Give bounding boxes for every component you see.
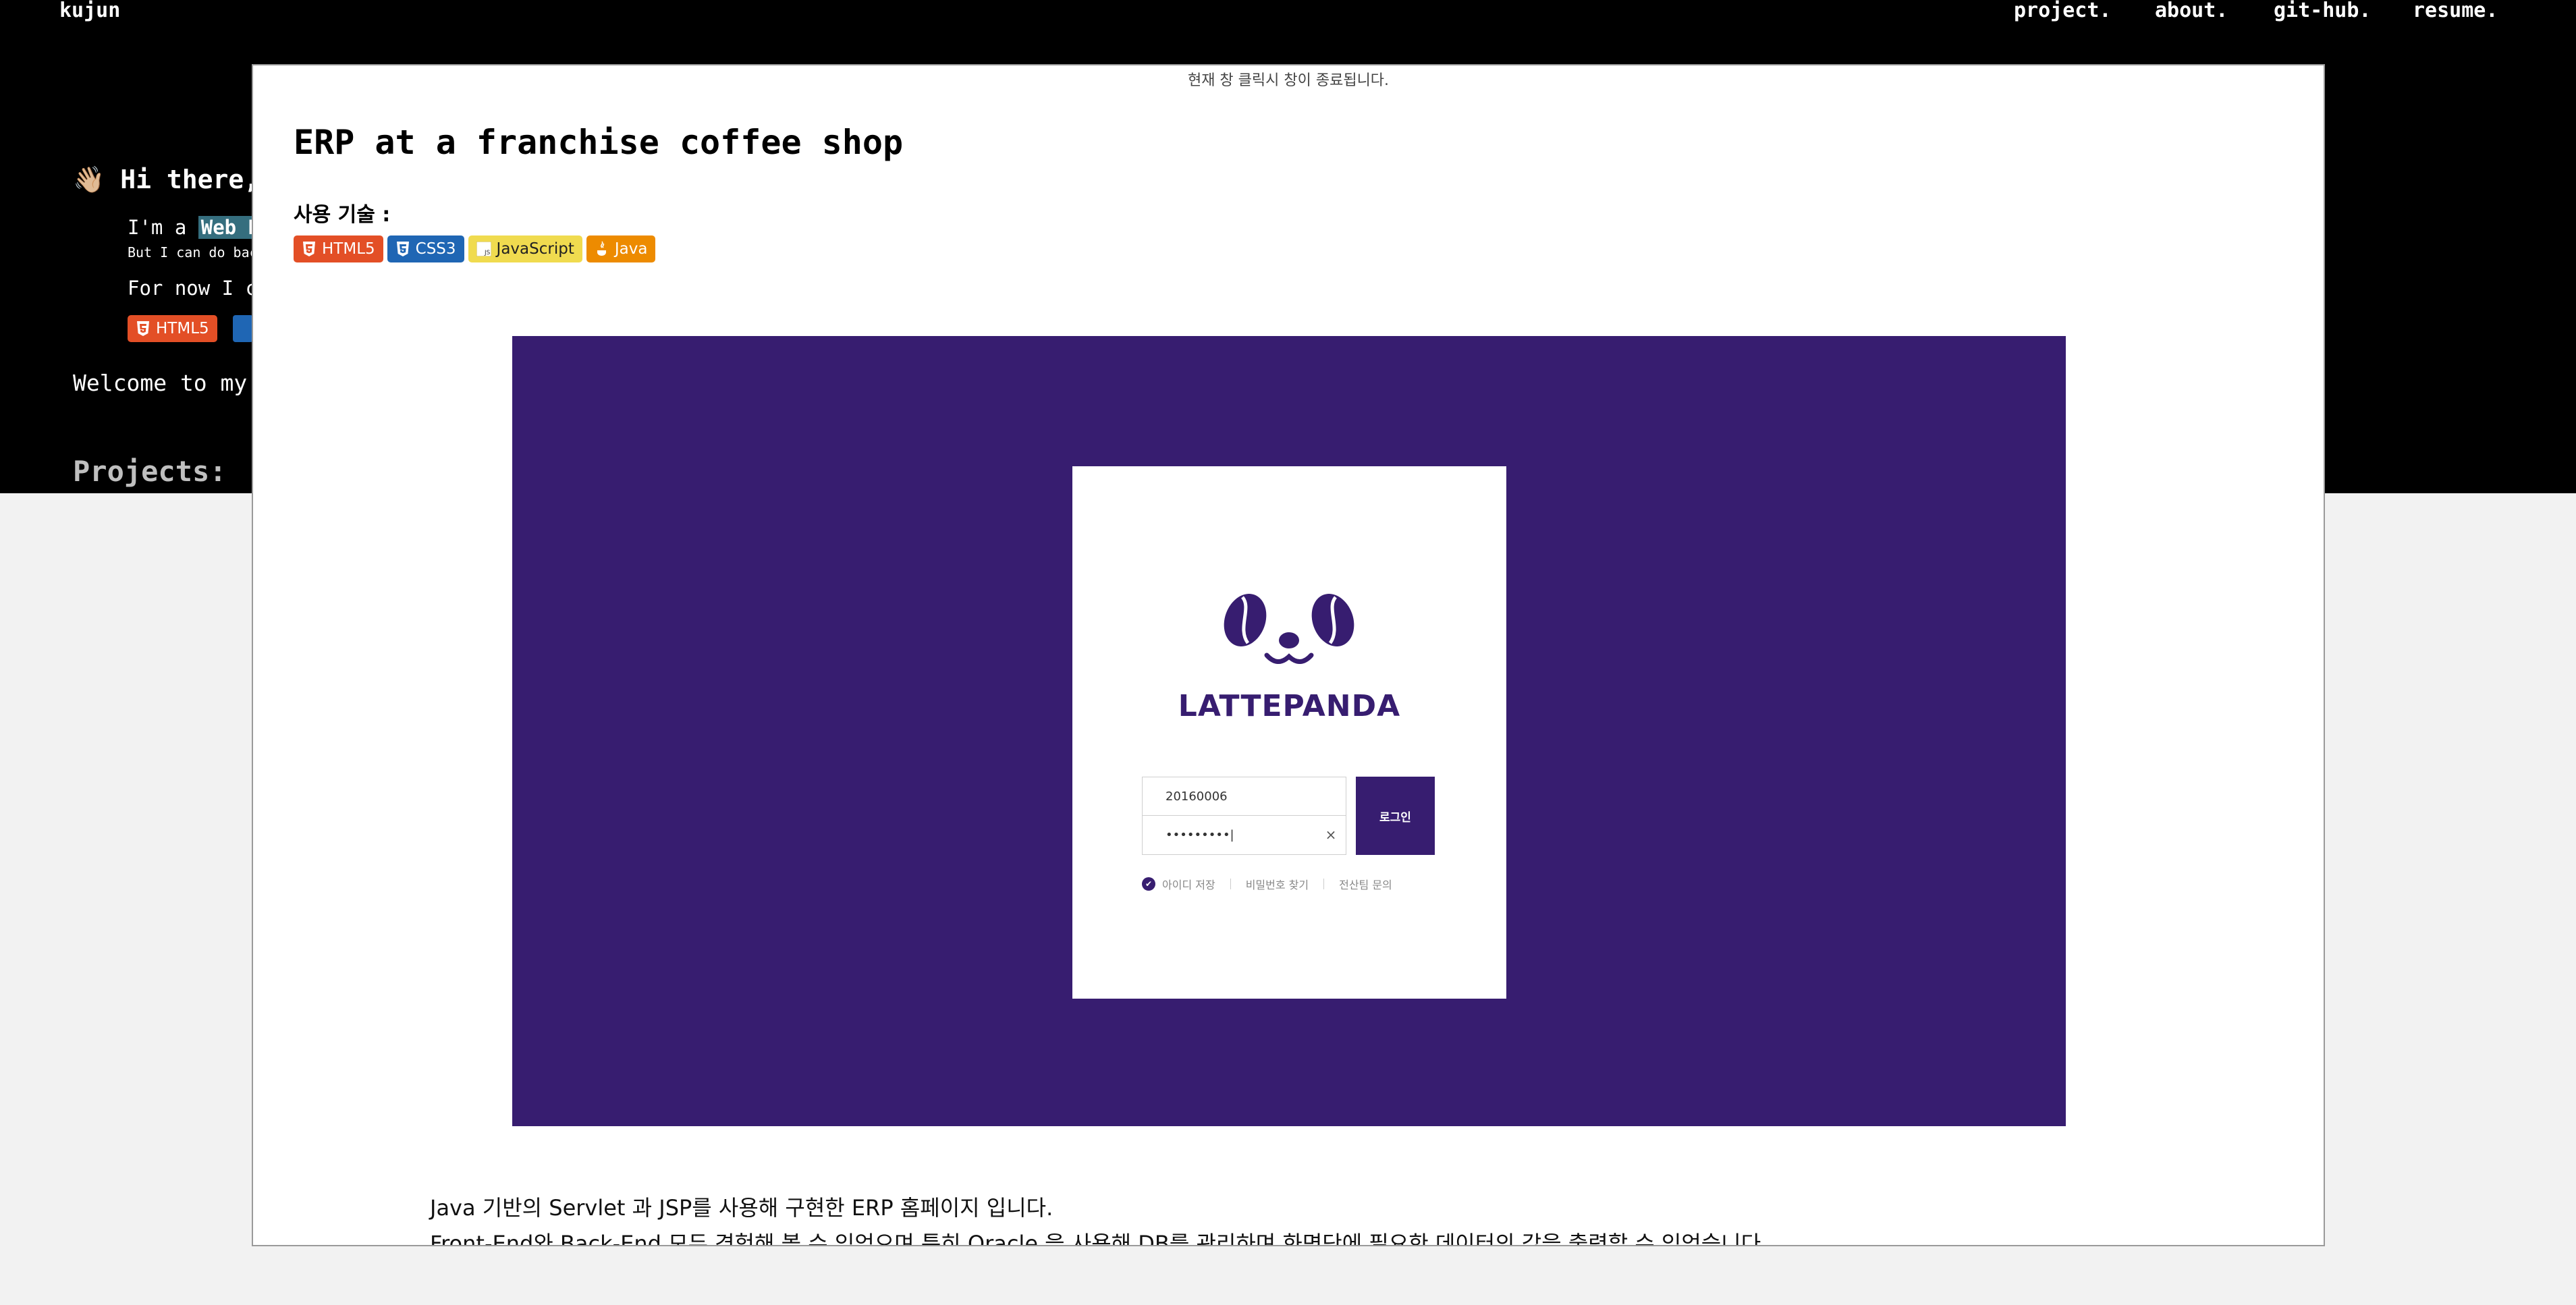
login-card: LATTEPANDA × 로그인 ✔ 아이디 저장 비밀번호 찾기 전산팀 문의: [1072, 466, 1506, 999]
modal-title: ERP at a franchise coffee shop: [294, 123, 904, 162]
panda-logo-icon: [1224, 594, 1354, 664]
css3-badge-label: CSS3: [415, 240, 456, 258]
for-now-text: For now I ca: [128, 277, 269, 300]
java-badge-label: Java: [614, 240, 648, 258]
top-nav: project. about. git-hub. resume.: [0, 0, 2576, 26]
divider: [1230, 879, 1231, 889]
welcome-text: Welcome to my s: [73, 370, 275, 396]
clear-icon[interactable]: ×: [1323, 827, 1338, 842]
javascript-icon: JS: [476, 240, 491, 258]
html5-icon: [302, 240, 317, 258]
project-description-line: Java 기반의 Servlet 과 JSP를 사용해 구현한 ERP 홈페이지…: [430, 1195, 1053, 1221]
javascript-badge-label: JavaScript: [496, 240, 574, 258]
project-description-line: Front-End와 Back-End 모두 경험해 볼 수 있었으며 특히 O…: [430, 1231, 1768, 1246]
bg-html5-badge: HTML5: [128, 315, 217, 342]
nav-link-project[interactable]: project.: [2014, 0, 2112, 22]
brand-name: LATTEPANDA: [1178, 689, 1401, 723]
project-screenshot: LATTEPANDA × 로그인 ✔ 아이디 저장 비밀번호 찾기 전산팀 문의: [512, 336, 2066, 1126]
save-id-checkbox[interactable]: ✔: [1142, 877, 1155, 891]
intro-subtext: But I can do bac: [128, 244, 258, 260]
java-badge: Java: [586, 235, 656, 262]
javascript-badge: JS JavaScript: [468, 235, 582, 262]
java-icon: [595, 240, 609, 258]
tech-badges: HTML5 CSS3 JS JavaScript Java: [294, 235, 656, 262]
password-input[interactable]: [1142, 816, 1346, 855]
html5-icon: [136, 320, 150, 337]
modal-close-hint[interactable]: 현재 창 클릭시 창이 종료됩니다.: [253, 68, 2324, 90]
save-id-label[interactable]: 아이디 저장: [1162, 876, 1215, 892]
html5-badge: HTML5: [294, 235, 383, 262]
bg-css3-badge: [233, 315, 253, 342]
nav-link-resume[interactable]: resume.: [2413, 0, 2498, 22]
it-support-link[interactable]: 전산팀 문의: [1339, 876, 1392, 892]
tech-stack-label: 사용 기술 :: [294, 203, 391, 227]
css3-icon: [395, 240, 410, 258]
greeting-text: Hi there,: [120, 165, 260, 194]
html5-badge-label: HTML5: [322, 240, 375, 258]
id-input[interactable]: [1142, 777, 1346, 816]
css3-badge: CSS3: [387, 235, 464, 262]
divider: [1323, 879, 1325, 889]
nav-link-github[interactable]: git-hub.: [2274, 0, 2372, 22]
nav-link-about[interactable]: about.: [2155, 0, 2228, 22]
svg-text:JS: JS: [484, 250, 491, 256]
projects-heading: Projects:: [73, 455, 227, 488]
waving-hand-icon: 👋🏼: [73, 165, 105, 194]
find-password-link[interactable]: 비밀번호 찾기: [1246, 876, 1309, 892]
project-modal[interactable]: 현재 창 클릭시 창이 종료됩니다. ERP at a franchise co…: [252, 64, 2325, 1246]
bg-html5-badge-label: HTML5: [156, 320, 209, 337]
login-button[interactable]: 로그인: [1356, 777, 1435, 855]
login-options: ✔ 아이디 저장 비밀번호 찾기 전산팀 문의: [1142, 876, 1392, 892]
intro-prefix: I'm a: [128, 216, 198, 239]
greeting-heading: 👋🏼 Hi there,: [73, 165, 259, 195]
